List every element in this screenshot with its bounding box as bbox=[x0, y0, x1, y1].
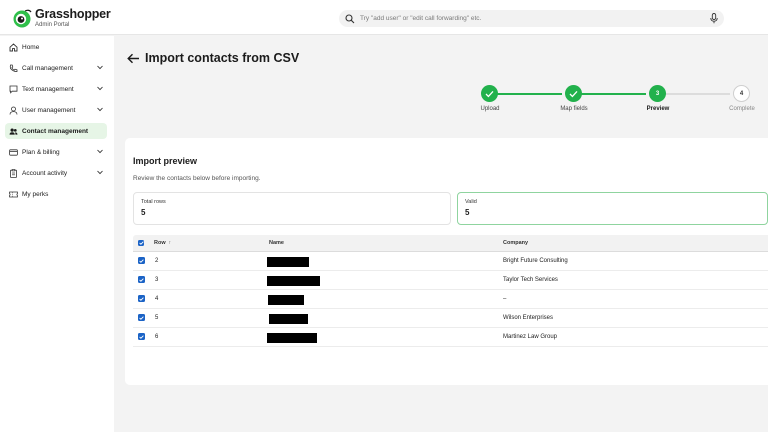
phone-icon bbox=[9, 64, 18, 73]
row-checkbox[interactable] bbox=[138, 276, 145, 283]
sidebar-item-label: Plan & billing bbox=[22, 148, 60, 156]
chevron-down-icon bbox=[97, 170, 103, 175]
table-row[interactable]: 2 Bright Future Consulting bbox=[133, 252, 768, 271]
step-label-upload: Upload bbox=[480, 106, 500, 112]
row-number: 3 bbox=[155, 277, 159, 283]
chevron-down-icon bbox=[97, 107, 103, 112]
company-cell: Martinez Law Group bbox=[503, 334, 558, 340]
import-preview-card: Import preview Review the contacts below… bbox=[125, 138, 768, 385]
card-subtitle: Review the contacts below before importi… bbox=[133, 175, 261, 182]
step-label-complete: Complete bbox=[729, 106, 755, 112]
redacted-name bbox=[267, 333, 317, 343]
step-connector bbox=[663, 93, 730, 95]
sidebar-item-label: Contact management bbox=[22, 127, 89, 135]
row-number: 2 bbox=[155, 258, 159, 264]
step-label-preview: Preview bbox=[646, 106, 670, 112]
chevron-down-icon bbox=[97, 86, 103, 91]
row-checkbox[interactable] bbox=[138, 314, 145, 321]
company-cell: – bbox=[503, 296, 507, 302]
stat-value: 5 bbox=[141, 208, 146, 217]
clipboard-icon bbox=[9, 168, 18, 178]
step-preview-circle: 3 bbox=[649, 85, 666, 102]
sidebar-item-call-management[interactable]: Call management bbox=[5, 60, 107, 76]
check-icon bbox=[485, 90, 494, 97]
sidebar-item-plan-billing[interactable]: Plan & billing bbox=[5, 144, 107, 160]
sidebar-item-label: Call management bbox=[22, 64, 73, 72]
top-bar: Grasshopper Admin Portal bbox=[0, 0, 768, 35]
sidebar-item-user-management[interactable]: User management bbox=[5, 102, 107, 118]
sidebar-item-account-activity[interactable]: Account activity bbox=[5, 165, 107, 181]
column-header-name[interactable]: Name bbox=[269, 240, 284, 246]
sidebar-item-label: User management bbox=[22, 106, 76, 114]
column-header-company[interactable]: Company bbox=[503, 240, 528, 246]
sidebar-item-text-management[interactable]: Text management bbox=[5, 81, 107, 97]
step-upload-circle bbox=[481, 85, 498, 102]
step-complete-circle: 4 bbox=[733, 85, 750, 102]
table-row[interactable]: 3 Taylor Tech Services bbox=[133, 271, 768, 290]
step-label-map-fields: Map fields bbox=[560, 106, 588, 112]
step-map-fields-circle bbox=[565, 85, 582, 102]
table-row[interactable]: 6 Martinez Law Group bbox=[133, 328, 768, 347]
preview-table: Row ↑ Name Company 2 Bright Future Consul… bbox=[133, 235, 768, 347]
step-connector bbox=[495, 93, 562, 95]
search-bar[interactable] bbox=[339, 10, 724, 27]
import-stepper: 3 4 Upload Map fields Preview Complete bbox=[478, 84, 758, 124]
stat-label: Total rows bbox=[141, 199, 166, 205]
check-icon bbox=[569, 90, 578, 97]
stat-value: 5 bbox=[465, 208, 470, 217]
sidebar-item-contact-management[interactable]: Contact management bbox=[5, 123, 107, 139]
main-content: Import contacts from CSV 3 4 Upload Map … bbox=[114, 36, 768, 432]
credit-card-icon bbox=[9, 148, 18, 157]
user-icon bbox=[9, 106, 18, 115]
table-row[interactable]: 4 – bbox=[133, 290, 768, 309]
sidebar-item-home[interactable]: Home bbox=[5, 39, 107, 55]
step-number: 4 bbox=[739, 90, 744, 97]
home-icon bbox=[9, 42, 18, 52]
redacted-name bbox=[268, 295, 304, 305]
redacted-name bbox=[269, 314, 308, 324]
select-all-checkbox[interactable] bbox=[138, 240, 144, 246]
sidebar: Home Call management Text management Use… bbox=[0, 36, 114, 432]
row-checkbox[interactable] bbox=[138, 295, 145, 302]
stat-total-rows: Total rows 5 bbox=[133, 192, 451, 225]
sort-ascending-icon: ↑ bbox=[168, 240, 172, 246]
step-number: 3 bbox=[655, 90, 660, 97]
ticket-icon bbox=[9, 190, 18, 199]
sidebar-item-label: Text management bbox=[22, 85, 74, 93]
chevron-down-icon bbox=[97, 65, 103, 70]
company-cell: Bright Future Consulting bbox=[503, 258, 568, 264]
row-number: 6 bbox=[155, 334, 159, 340]
search-icon bbox=[345, 13, 355, 24]
step-connector bbox=[579, 93, 646, 95]
sidebar-item-label: Account activity bbox=[22, 169, 68, 177]
contacts-icon bbox=[9, 127, 18, 136]
search-input[interactable] bbox=[360, 15, 710, 22]
company-cell: Taylor Tech Services bbox=[503, 277, 558, 283]
sidebar-item-label: Home bbox=[22, 43, 40, 51]
brand-name: Grasshopper bbox=[35, 7, 111, 22]
row-number: 4 bbox=[155, 296, 159, 302]
table-row[interactable]: 5 Wilson Enterprises bbox=[133, 309, 768, 328]
card-title: Import preview bbox=[133, 156, 198, 166]
sidebar-item-my-perks[interactable]: My perks bbox=[5, 186, 107, 202]
table-header: Row ↑ Name Company bbox=[133, 235, 768, 252]
row-checkbox[interactable] bbox=[138, 333, 145, 340]
redacted-name bbox=[267, 257, 309, 267]
row-checkbox[interactable] bbox=[138, 257, 145, 264]
page-title: Import contacts from CSV bbox=[145, 51, 300, 65]
column-header-row[interactable]: Row ↑ bbox=[154, 240, 171, 246]
stat-label: Valid bbox=[465, 199, 477, 205]
company-cell: Wilson Enterprises bbox=[503, 315, 554, 321]
sidebar-item-label: My perks bbox=[22, 190, 49, 198]
chevron-down-icon bbox=[97, 149, 103, 154]
redacted-name bbox=[267, 276, 320, 286]
grasshopper-logo-icon bbox=[12, 8, 32, 28]
message-icon bbox=[9, 85, 18, 94]
back-arrow-icon[interactable] bbox=[127, 53, 140, 64]
row-number: 5 bbox=[155, 315, 159, 321]
brand-subtitle: Admin Portal bbox=[35, 21, 70, 28]
brand-logo[interactable]: Grasshopper Admin Portal bbox=[12, 8, 111, 28]
microphone-icon[interactable] bbox=[709, 13, 719, 24]
stat-valid: Valid 5 bbox=[457, 192, 768, 225]
